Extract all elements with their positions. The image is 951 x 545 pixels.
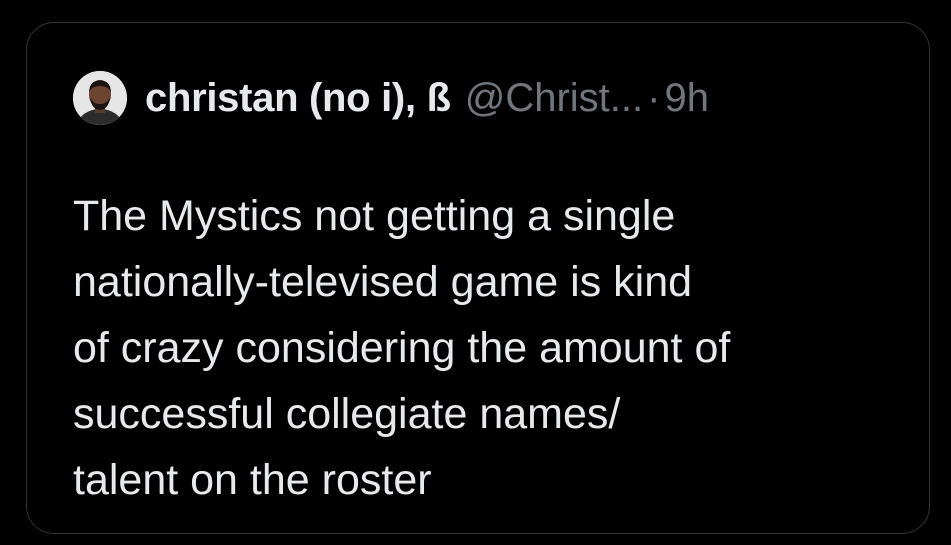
- user-avatar[interactable]: [73, 71, 127, 125]
- meta-separator: ·: [647, 75, 661, 120]
- tweet-body-text: The Mystics not getting a single nationa…: [73, 192, 731, 504]
- tweet-timestamp[interactable]: 9h: [664, 76, 709, 121]
- author-display-name[interactable]: christan (no i), ß: [145, 76, 451, 121]
- quoted-tweet-card[interactable]: christan (no i), ß @Christ... · 9h The M…: [26, 22, 930, 534]
- author-handle[interactable]: @Christ...: [465, 76, 643, 121]
- avatar-icon: [73, 71, 127, 125]
- tweet-header: christan (no i), ß @Christ... · 9h: [73, 71, 709, 125]
